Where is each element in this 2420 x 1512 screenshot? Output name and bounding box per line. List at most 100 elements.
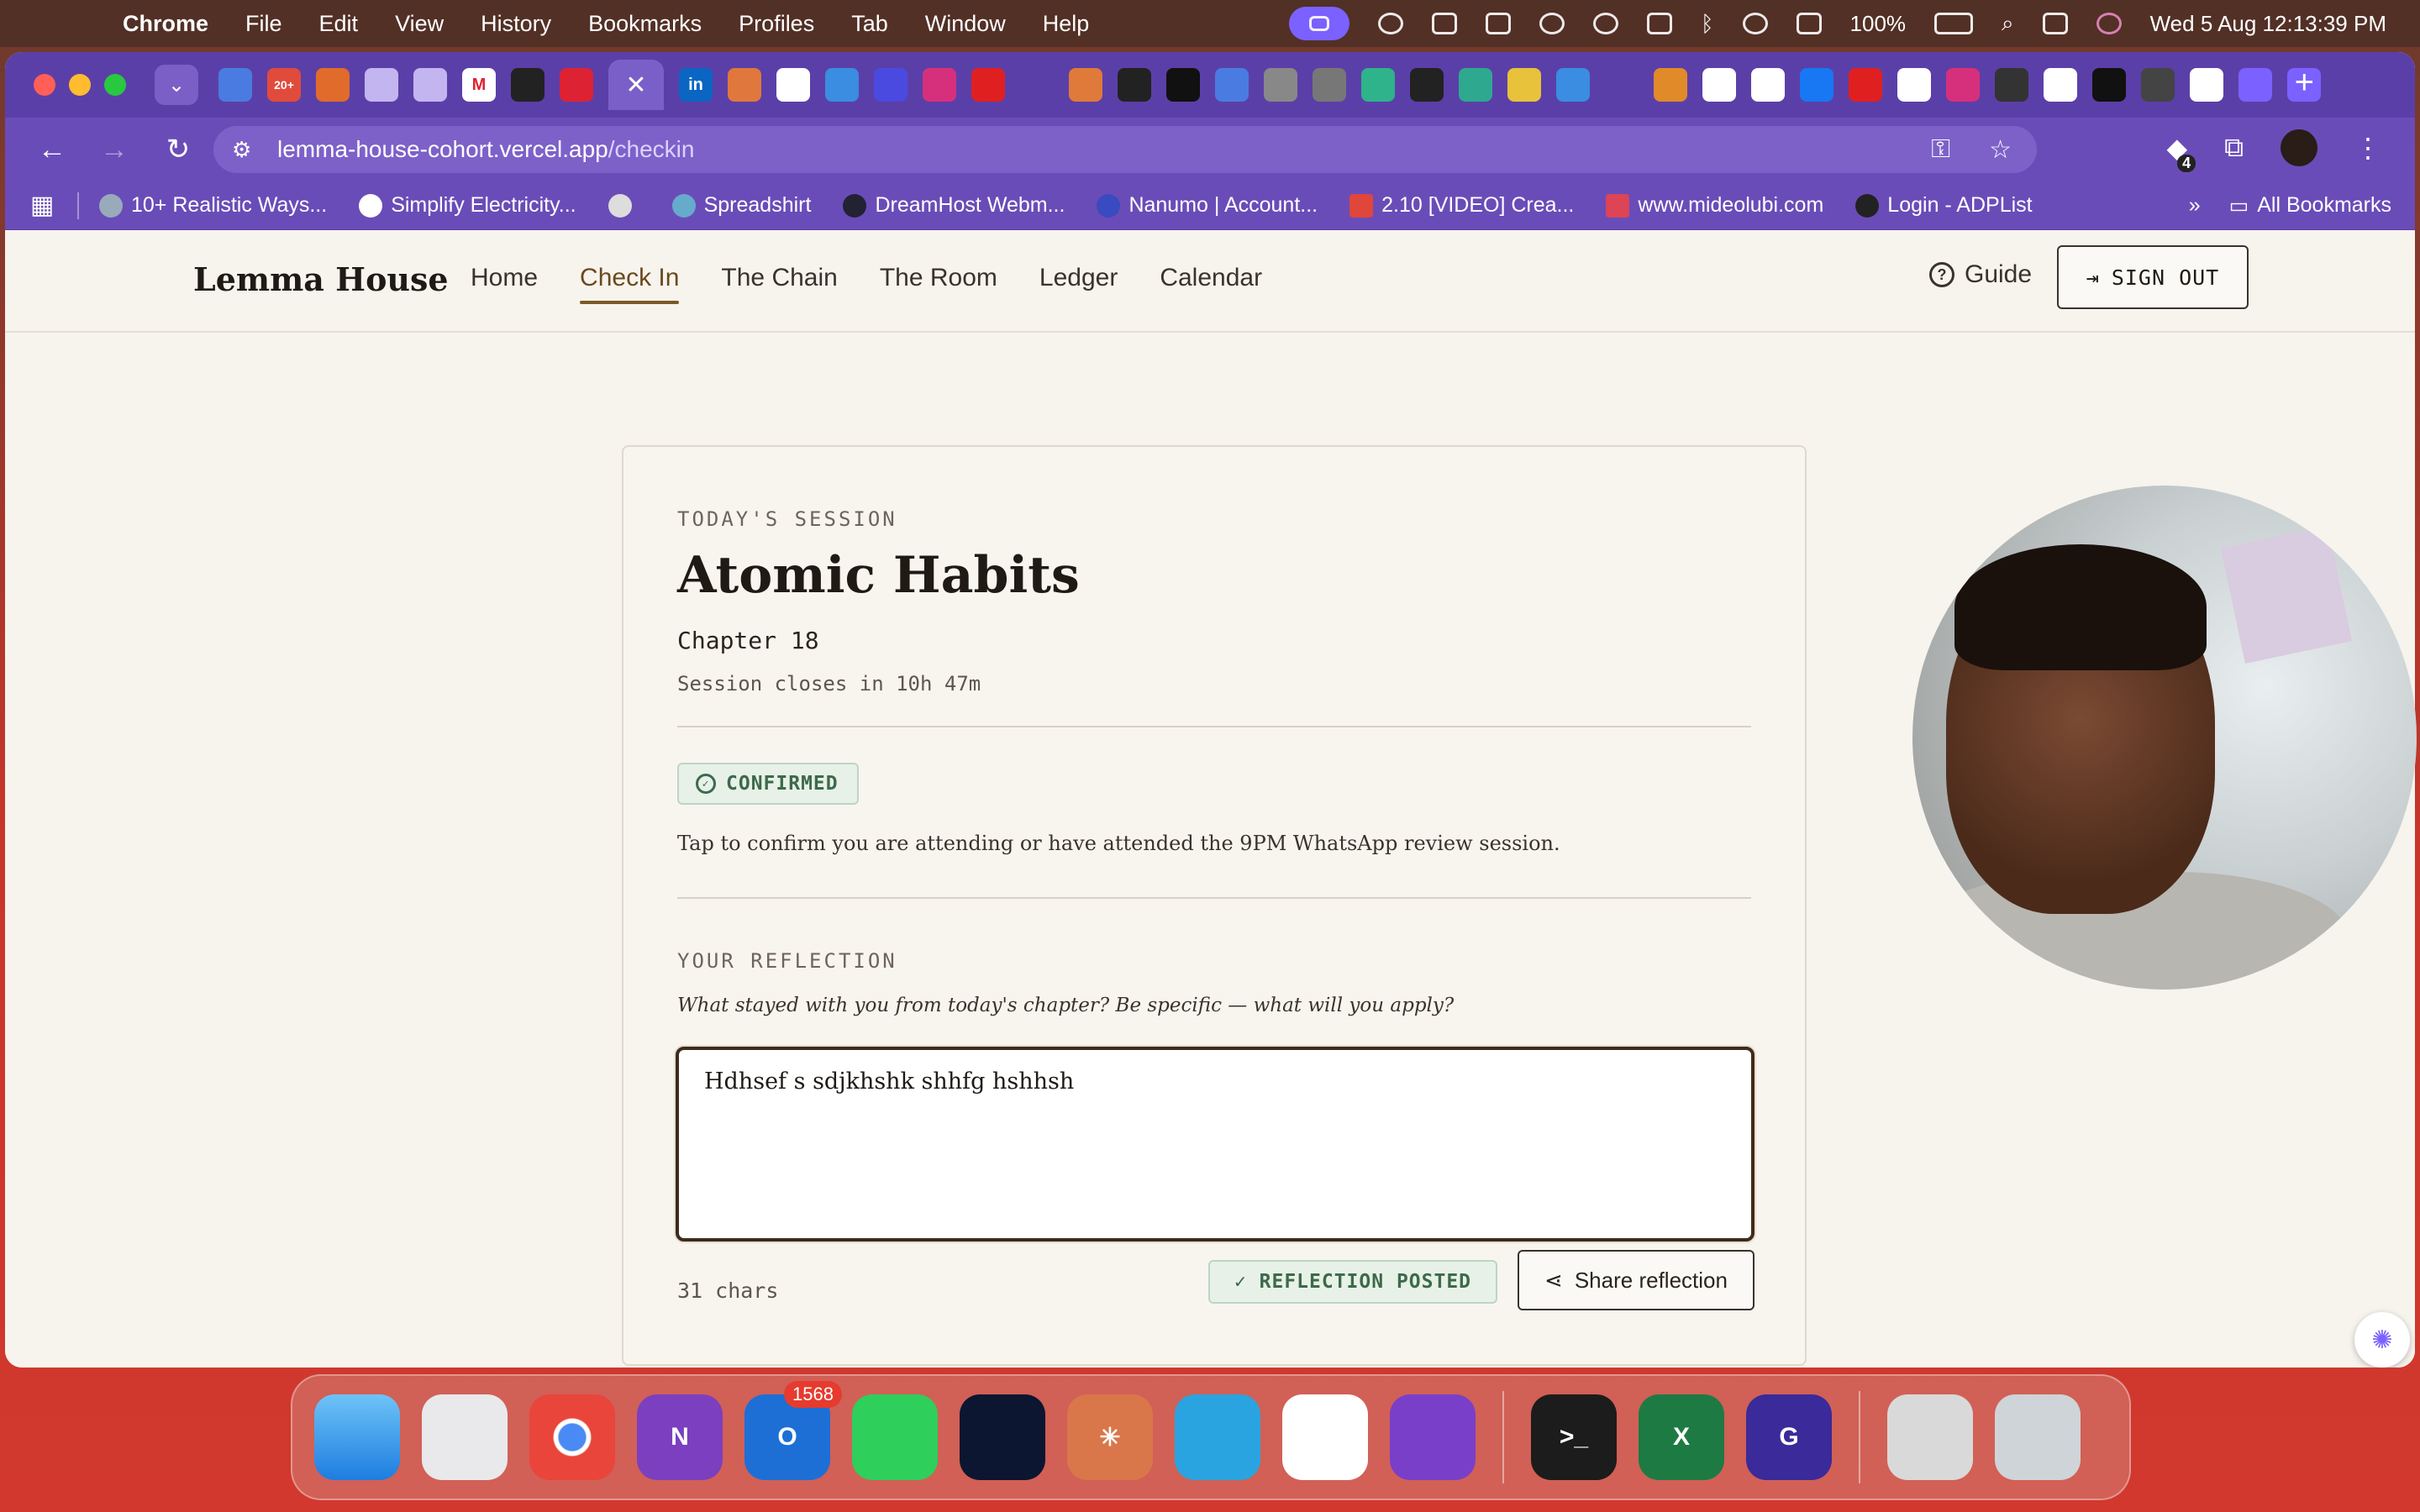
tab-favicon[interactable] bbox=[1946, 68, 1980, 102]
share-reflection-button[interactable]: ⋖ Share reflection bbox=[1518, 1250, 1754, 1310]
tab-favicon[interactable] bbox=[1995, 68, 2028, 102]
zoom-window-button[interactable] bbox=[104, 74, 126, 96]
screenshot-icon[interactable] bbox=[1485, 13, 1511, 34]
menu-file[interactable]: File bbox=[245, 11, 282, 37]
menu-tab[interactable]: Tab bbox=[851, 11, 888, 37]
forward-arrow-icon[interactable]: → bbox=[97, 134, 131, 166]
tab-favicon[interactable] bbox=[1507, 68, 1541, 102]
tab-linkedin-favicon[interactable]: in bbox=[679, 68, 713, 102]
reflection-textarea[interactable]: Hdhsef s sdjkhshk shhfg hshhsh bbox=[676, 1047, 1754, 1242]
scrubrise-icon[interactable] bbox=[1887, 1394, 1973, 1480]
screen-share-icon[interactable] bbox=[1288, 7, 1349, 40]
site-settings-icon[interactable]: ⚙ bbox=[232, 137, 266, 163]
battery-icon[interactable] bbox=[1934, 13, 1974, 34]
play-icon[interactable] bbox=[1592, 13, 1618, 34]
tab-favicon[interactable] bbox=[1215, 68, 1249, 102]
airdrop-icon[interactable] bbox=[1742, 13, 1768, 34]
confirmed-badge[interactable]: ✓ CONFIRMED bbox=[677, 763, 859, 805]
tab-favicon[interactable] bbox=[1069, 68, 1102, 102]
nav-check-in[interactable]: Check In bbox=[580, 264, 680, 304]
nav-ledger[interactable]: Ledger bbox=[1039, 264, 1118, 292]
menu-bookmarks[interactable]: Bookmarks bbox=[588, 11, 702, 37]
tab-favicon[interactable] bbox=[1654, 68, 1687, 102]
tab-favicon[interactable] bbox=[825, 68, 859, 102]
tab-favicon[interactable] bbox=[923, 68, 956, 102]
bookmark-item[interactable]: Simplify Electricity... bbox=[359, 193, 576, 218]
tab-favicon[interactable] bbox=[2238, 68, 2272, 102]
menu-edit[interactable]: Edit bbox=[319, 11, 359, 37]
nav-calendar[interactable]: Calendar bbox=[1160, 264, 1262, 292]
brand-logo[interactable]: Lemma House bbox=[193, 260, 449, 298]
tab-google-favicon[interactable] bbox=[2190, 68, 2223, 102]
bookmark-item[interactable]: Login - ADPList bbox=[1855, 193, 2033, 218]
chatgpt-icon[interactable] bbox=[1282, 1394, 1368, 1480]
arc-icon[interactable] bbox=[960, 1394, 1045, 1480]
tab-favicon[interactable] bbox=[2141, 68, 2175, 102]
more-bookmarks-chevron-icon[interactable]: » bbox=[2189, 193, 2201, 218]
link-icon[interactable] bbox=[1796, 13, 1822, 34]
grammarly-icon[interactable] bbox=[1377, 13, 1403, 34]
tab-favicon[interactable] bbox=[1166, 68, 1200, 102]
tab-gmail-favicon[interactable]: M bbox=[462, 68, 496, 102]
back-arrow-icon[interactable]: ← bbox=[35, 134, 69, 166]
menu-clock[interactable]: Wed 5 Aug 12:13:39 PM bbox=[2150, 11, 2386, 37]
menu-view[interactable]: View bbox=[395, 11, 444, 37]
bookmark-item[interactable]: Spreadshirt bbox=[671, 193, 811, 218]
terminal-icon[interactable]: >_ bbox=[1531, 1394, 1617, 1480]
tab-search-chevron-icon[interactable]: ⌄ bbox=[155, 65, 198, 105]
finder-icon[interactable] bbox=[314, 1394, 400, 1480]
key-icon[interactable]: ⚿ bbox=[1931, 135, 1950, 165]
nav-the-room[interactable]: The Room bbox=[880, 264, 997, 292]
tab-favicon[interactable] bbox=[1702, 68, 1736, 102]
tab-favicon[interactable] bbox=[1459, 68, 1492, 102]
tab-favicon[interactable] bbox=[1556, 68, 1590, 102]
record-icon[interactable] bbox=[1539, 13, 1565, 34]
tab-favicon[interactable] bbox=[316, 68, 350, 102]
tab-favicon[interactable] bbox=[1118, 68, 1151, 102]
reload-icon[interactable]: ↻ bbox=[161, 133, 195, 166]
bookmark-star-icon[interactable]: ☆ bbox=[1989, 135, 2012, 165]
menu-window[interactable]: Window bbox=[925, 11, 1006, 37]
claude-icon[interactable]: ✳ bbox=[1067, 1394, 1153, 1480]
sign-out-button[interactable]: ⇥ SIGN OUT bbox=[2057, 245, 2249, 309]
active-tab-close-icon[interactable]: ✕ bbox=[608, 60, 664, 110]
tab-favicon[interactable] bbox=[2044, 68, 2077, 102]
nav-home[interactable]: Home bbox=[471, 264, 538, 292]
spotlight-icon[interactable]: ⌕ bbox=[2002, 10, 2014, 37]
tab-favicon[interactable] bbox=[413, 68, 447, 102]
bookmark-item[interactable]: Nanumo | Account... bbox=[1097, 193, 1318, 218]
display-icon[interactable] bbox=[1646, 13, 1672, 34]
tab-favicon[interactable] bbox=[1020, 68, 1054, 102]
launchpad-icon[interactable] bbox=[422, 1394, 508, 1480]
apps-grid-icon[interactable]: ▦ bbox=[30, 191, 59, 220]
cloud-icon[interactable] bbox=[1431, 13, 1457, 34]
menu-app-name[interactable]: Chrome bbox=[123, 11, 208, 37]
siri-icon[interactable] bbox=[2096, 13, 2122, 34]
menu-profiles[interactable]: Profiles bbox=[739, 11, 814, 37]
tab-favicon[interactable] bbox=[511, 68, 544, 102]
bookmark-item[interactable]: 2.10 [VIDEO] Crea... bbox=[1349, 193, 1574, 218]
github-icon[interactable] bbox=[1390, 1394, 1476, 1480]
tab-favicon[interactable] bbox=[560, 68, 593, 102]
chrome-icon[interactable] bbox=[529, 1394, 615, 1480]
brain-widget-icon[interactable]: ✺ bbox=[2354, 1312, 2410, 1368]
tab-favicon[interactable] bbox=[1313, 68, 1346, 102]
nav-the-chain[interactable]: The Chain bbox=[721, 264, 837, 292]
tab-favicon[interactable] bbox=[1410, 68, 1444, 102]
onenote-icon[interactable]: N bbox=[637, 1394, 723, 1480]
chrome-menu-icon[interactable]: ⋮ bbox=[2354, 132, 2381, 164]
bookmark-item[interactable]: www.mideolubi.com bbox=[1606, 193, 1823, 218]
tab-favicon[interactable] bbox=[1264, 68, 1297, 102]
tab-calendar-favicon[interactable]: 20+ bbox=[267, 68, 301, 102]
guide-link[interactable]: ? Guide bbox=[1929, 260, 2032, 289]
tab-favicon[interactable] bbox=[776, 68, 810, 102]
tab-favicon[interactable] bbox=[1849, 68, 1882, 102]
whatsapp-icon[interactable] bbox=[852, 1394, 938, 1480]
address-bar[interactable]: ⚙ lemma-house-cohort.vercel.app /checkin… bbox=[213, 126, 2037, 173]
minimize-window-button[interactable] bbox=[69, 74, 91, 96]
tab-favicon[interactable] bbox=[365, 68, 398, 102]
all-bookmarks-button[interactable]: ▭ All Bookmarks bbox=[2229, 193, 2391, 218]
extension-icon[interactable]: ◆ 4 bbox=[2167, 132, 2196, 172]
webcam-bubble[interactable] bbox=[1912, 486, 2417, 990]
extensions-puzzle-icon[interactable]: ⧉ bbox=[2224, 132, 2244, 164]
